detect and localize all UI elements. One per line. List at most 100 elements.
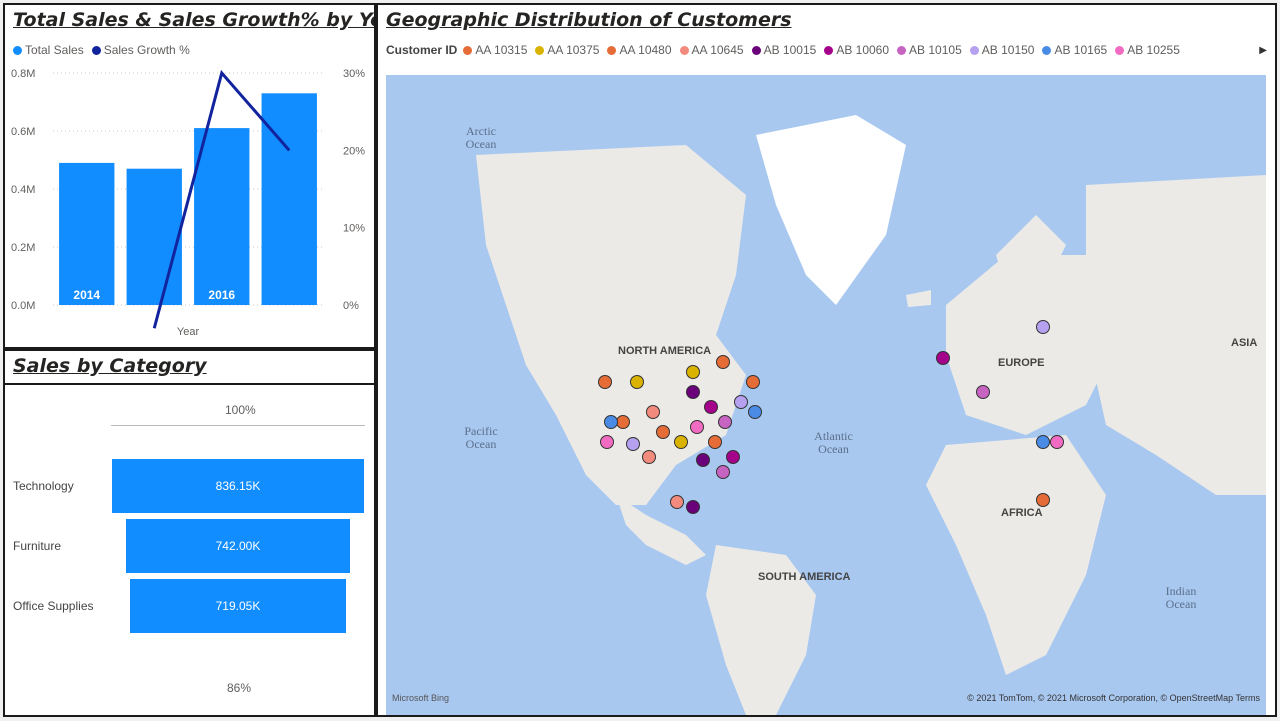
- customer-marker[interactable]: [686, 365, 700, 379]
- sales-growth-panel: Total Sales & Sales Growth% by Year Tota…: [3, 3, 376, 349]
- map-legend-label: AB 10105: [909, 43, 962, 57]
- map-legend-items: AA 10315 AA 10375 AA 10480 AA 10645 AB 10015…: [463, 43, 1188, 57]
- sales-bar[interactable]: [126, 168, 182, 305]
- customer-marker[interactable]: [696, 453, 710, 467]
- map-legend-label: AA 10645: [691, 43, 744, 57]
- map-legend-label: AA 10315: [475, 43, 528, 57]
- map-legend-item[interactable]: AB 10255: [1115, 43, 1180, 57]
- customer-marker[interactable]: [600, 435, 614, 449]
- legend-dot-icon: [607, 45, 617, 55]
- legend-dot-icon: [13, 45, 22, 55]
- customer-marker[interactable]: [726, 450, 740, 464]
- customer-marker[interactable]: [716, 355, 730, 369]
- sales-growth-chart[interactable]: 0.0M 0.2M 0.4M 0.6M 0.8M 0% 10% 20% 30% 2014 2016 Y…: [5, 63, 374, 343]
- divider: [5, 383, 374, 385]
- legend-dot-icon: [1042, 45, 1052, 55]
- map-legend: Customer ID AA 10315 AA 10375 AA 10480 AA 1…: [386, 43, 1188, 57]
- legend-item-sales-growth[interactable]: Sales Growth %: [91, 43, 190, 57]
- legend-dot-icon: [679, 45, 689, 55]
- customer-marker[interactable]: [656, 425, 670, 439]
- legend-item-total-sales[interactable]: Total Sales: [13, 43, 84, 57]
- legend-dot-icon: [824, 45, 834, 55]
- y2-tick-label: 20%: [343, 145, 365, 157]
- legend-dot-icon: [897, 45, 907, 55]
- region-label-asia: ASIA: [1231, 337, 1258, 349]
- region-label-africa: AFRICA: [1001, 507, 1043, 519]
- map-legend-item[interactable]: AA 10480: [607, 43, 672, 57]
- sales-bar[interactable]: [194, 128, 250, 305]
- map-legend-label: AA 10375: [547, 43, 600, 57]
- y-tick-label: 0.8M: [11, 68, 35, 80]
- category-label: Furniture: [13, 539, 62, 553]
- ocean-label-indian: Indian Ocean: [1165, 584, 1197, 611]
- map-legend-item[interactable]: AA 10315: [463, 43, 527, 57]
- map-legend-item[interactable]: AA 10375: [535, 43, 599, 57]
- map-legend-label: AB 10165: [1054, 43, 1108, 57]
- map-legend-item[interactable]: AB 10060: [824, 43, 889, 57]
- customer-marker[interactable]: [936, 351, 950, 365]
- y-tick-label: 0.2M: [11, 242, 35, 254]
- map-legend-label: AB 10150: [981, 43, 1035, 57]
- customer-marker[interactable]: [718, 415, 732, 429]
- customer-marker[interactable]: [686, 500, 700, 514]
- map-credits[interactable]: © 2021 TomTom, © 2021 Microsoft Corporat…: [967, 693, 1260, 703]
- region-label-north-america: NORTH AMERICA: [618, 345, 712, 357]
- customer-marker[interactable]: [690, 420, 704, 434]
- customer-marker[interactable]: [1036, 435, 1050, 449]
- x-tick-label: 2014: [73, 288, 100, 302]
- map-landmass: [476, 115, 1266, 715]
- funnel-axis-line: [111, 425, 365, 426]
- customer-marker[interactable]: [734, 395, 748, 409]
- customer-marker[interactable]: [642, 450, 656, 464]
- top-percent-label: 100%: [225, 403, 256, 417]
- customer-marker[interactable]: [626, 437, 640, 451]
- customer-marker[interactable]: [1036, 493, 1050, 507]
- region-label-europe: EUROPE: [998, 357, 1045, 369]
- legend-next-arrow-icon[interactable]: ▶: [1259, 45, 1267, 56]
- legend-dot-icon: [751, 45, 761, 55]
- customer-marker[interactable]: [598, 375, 612, 389]
- customer-marker[interactable]: [604, 415, 618, 429]
- customer-marker[interactable]: [674, 435, 688, 449]
- x-axis-title: Year: [177, 326, 200, 338]
- customer-marker[interactable]: [630, 375, 644, 389]
- sales-bar[interactable]: [261, 93, 317, 305]
- legend-dot-icon: [535, 45, 545, 55]
- map-legend-item[interactable]: AB 10015: [751, 43, 817, 57]
- sales-growth-title: Total Sales & Sales Growth% by Year: [13, 9, 376, 31]
- bottom-percent-label: 86%: [227, 681, 252, 695]
- legend-dot-icon: [969, 45, 979, 55]
- map-legend-label: AB 10015: [763, 43, 817, 57]
- y2-tick-label: 30%: [343, 68, 365, 80]
- customer-marker[interactable]: [746, 375, 760, 389]
- category-bar[interactable]: 742.00K: [126, 519, 350, 573]
- legend-dot-icon: [91, 45, 101, 55]
- map-legend-item[interactable]: AB 10165: [1042, 43, 1107, 57]
- map-legend-item[interactable]: AB 10150: [969, 43, 1035, 57]
- map-canvas[interactable]: Arctic Ocean Pacific Ocean Atlantic Ocea…: [386, 75, 1266, 715]
- customer-marker[interactable]: [1050, 435, 1064, 449]
- customer-marker[interactable]: [716, 465, 730, 479]
- customer-marker[interactable]: [976, 385, 990, 399]
- map-legend-item[interactable]: AA 10645: [679, 43, 744, 57]
- customer-marker[interactable]: [646, 405, 660, 419]
- category-bar[interactable]: 719.05K: [129, 579, 347, 633]
- customer-marker[interactable]: [670, 495, 684, 509]
- map-legend-label: AA 10480: [619, 43, 672, 57]
- category-title: Sales by Category: [13, 355, 207, 377]
- bing-logo: Microsoft Bing: [392, 693, 450, 703]
- customer-marker[interactable]: [686, 385, 700, 399]
- y2-tick-label: 0%: [343, 300, 359, 312]
- sales-growth-legend: Total Sales Sales Growth %: [13, 43, 198, 57]
- customer-marker[interactable]: [748, 405, 762, 419]
- customer-marker[interactable]: [708, 435, 722, 449]
- map-legend-item[interactable]: AB 10105: [897, 43, 962, 57]
- category-panel: Sales by Category 100% Technology 836.15K…: [3, 349, 376, 717]
- customer-marker[interactable]: [616, 415, 630, 429]
- map-legend-title: Customer ID: [386, 43, 458, 57]
- category-bar[interactable]: 836.15K: [112, 459, 364, 513]
- legend-label: Total Sales: [25, 43, 84, 57]
- customer-marker[interactable]: [1036, 320, 1050, 334]
- customer-marker[interactable]: [704, 400, 718, 414]
- sales-bar[interactable]: [59, 162, 115, 305]
